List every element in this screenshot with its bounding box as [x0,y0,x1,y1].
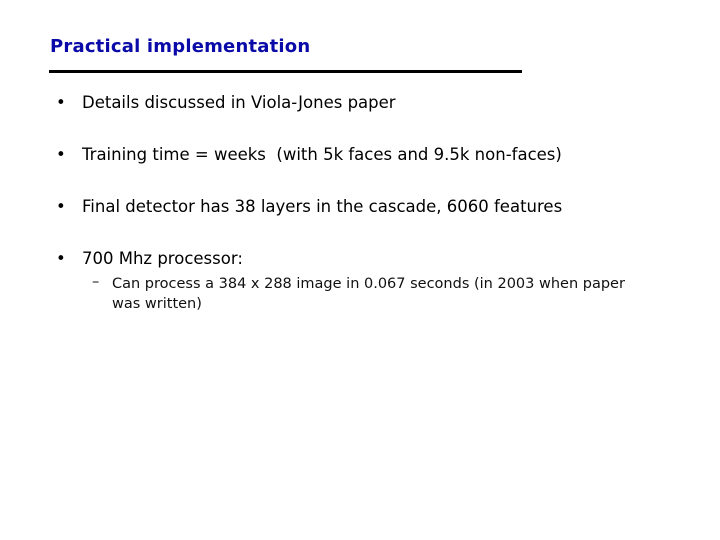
bullet-item: • 700 Mhz processor: [56,249,243,268]
sub-bullet-text: Can process a 384 x 288 image in 0.067 s… [112,276,625,312]
bullet-item: • Training time = weeks (with 5k faces a… [56,145,562,164]
bullet-text: 700 Mhz processor: [82,249,243,268]
bullet-text: Details discussed in Viola-Jones paper [82,93,396,112]
dash-icon: – [92,274,100,290]
sub-bullet-item: – Can process a 384 x 288 image in 0.067… [92,274,652,314]
slide-title: Practical implementation [50,36,311,57]
bullet-icon: • [56,249,66,268]
bullet-item: • Final detector has 38 layers in the ca… [56,197,562,216]
bullet-icon: • [56,93,66,112]
bullet-item: • Details discussed in Viola-Jones paper [56,93,396,112]
title-underline [49,70,522,73]
bullet-text: Training time = weeks (with 5k faces and… [82,145,562,164]
bullet-icon: • [56,145,66,164]
bullet-icon: • [56,197,66,216]
bullet-text: Final detector has 38 layers in the casc… [82,197,563,216]
